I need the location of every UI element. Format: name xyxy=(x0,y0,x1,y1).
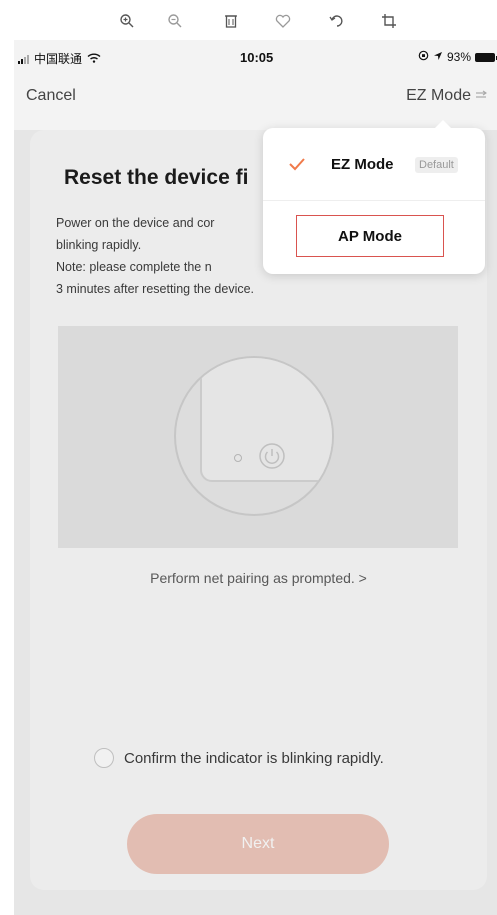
swap-icon xyxy=(475,87,487,105)
delete-icon[interactable] xyxy=(220,10,242,32)
menu-item-ap-mode[interactable]: AP Mode xyxy=(296,215,444,257)
cancel-button[interactable]: Cancel xyxy=(26,87,76,105)
favorite-icon[interactable] xyxy=(272,10,294,32)
status-time: 10:05 xyxy=(240,50,274,65)
menu-item-ez-mode[interactable]: EZ Mode Default xyxy=(263,128,485,200)
checkmark-icon xyxy=(287,154,307,174)
battery-icon xyxy=(475,52,497,62)
wifi-icon xyxy=(87,52,101,66)
zoom-out-icon[interactable] xyxy=(164,10,186,32)
status-bar: 中国联通 10:05 93% xyxy=(14,40,497,74)
phone-screen: 中国联通 10:05 93% Cancel EZ Mode Reset the … xyxy=(14,40,497,915)
zoom-in-icon[interactable] xyxy=(116,10,138,32)
viewer-toolbar xyxy=(0,0,497,40)
mode-toggle-button[interactable]: EZ Mode xyxy=(406,87,487,105)
ez-mode-label: EZ Mode xyxy=(331,156,394,173)
nav-bar: Cancel EZ Mode xyxy=(14,80,497,114)
orientation-lock-icon xyxy=(418,50,429,64)
menu-divider xyxy=(263,200,485,201)
mode-toggle-label: EZ Mode xyxy=(406,87,471,104)
signal-icon xyxy=(18,54,29,64)
carrier-name: 中国联通 xyxy=(34,52,83,66)
mode-dropdown-menu: EZ Mode Default AP Mode xyxy=(263,120,485,274)
status-right: 93% xyxy=(418,50,497,64)
crop-icon[interactable] xyxy=(378,10,400,32)
battery-percent: 93% xyxy=(446,50,471,64)
carrier-group: 中国联通 xyxy=(18,50,101,67)
rotate-icon[interactable] xyxy=(326,10,348,32)
default-badge: Default xyxy=(415,157,458,173)
location-icon xyxy=(433,50,443,64)
